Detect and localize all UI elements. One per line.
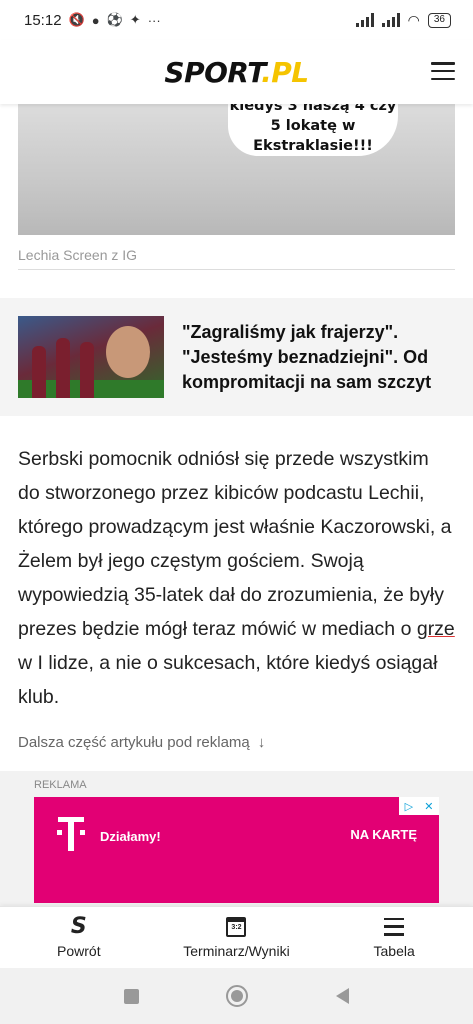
list-icon [384, 917, 405, 936]
bottom-navigation: S Powrót 3:2 Terminarz/Wyniki Tabela [0, 906, 473, 968]
signal-icon [355, 13, 374, 27]
related-article[interactable]: "Zagraliśmy jak frajerzy". "Jesteśmy bez… [0, 298, 473, 416]
ad-container: REKLAMA Działamy! NA KARTĘ ▷ ✕ [0, 771, 473, 911]
hero-image: kiedyś 3 naszą 4 czy 5 lokatę w Ekstrakl… [18, 104, 455, 235]
site-logo[interactable]: SPORT.PL [164, 56, 309, 89]
hamburger-icon[interactable] [431, 62, 455, 80]
nav-table-label: Tabela [373, 942, 415, 959]
nav-back[interactable]: S Powrót [9, 913, 149, 959]
battery-icon: 36 [427, 12, 451, 28]
telekom-logo-icon [57, 817, 85, 851]
sport-s-icon: S [70, 913, 87, 939]
chat-icon: ● [91, 12, 100, 28]
nav-fixtures-label: Terminarz/Wyniki [183, 942, 290, 959]
arrow-down-icon: ↓ [257, 734, 266, 751]
hero-image-text-3: Ekstraklasie!!! [253, 138, 373, 154]
ball-icon: ⚽ [106, 12, 123, 27]
recents-icon[interactable] [123, 988, 139, 1004]
image-caption: Lechia Screen z IG [18, 247, 455, 270]
related-article-thumbnail[interactable] [18, 316, 164, 398]
system-navigation [0, 968, 473, 1024]
spellcheck-word[interactable]: grze [417, 618, 455, 640]
ad-banner[interactable]: Działamy! NA KARTĘ ▷ ✕ [34, 797, 439, 903]
article-paragraph: Serbski pomocnik odniósł się przede wszy… [18, 448, 455, 708]
continue-label: Dalsza część artykułu pod reklamą [18, 734, 250, 751]
signal-icon-2 [381, 13, 400, 27]
ad-choices-icon[interactable]: ▷ ✕ [399, 797, 439, 815]
ad-cta[interactable]: NA KARTĘ [350, 827, 417, 842]
ad-text: Działamy! [100, 829, 161, 844]
nav-back-label: Powrót [57, 942, 101, 959]
wifi-icon: ◠ [407, 11, 420, 28]
ad-label: REKLAMA [34, 779, 87, 791]
muted-icon: 🔇 [68, 12, 85, 27]
back-icon[interactable] [336, 988, 350, 1004]
nav-fixtures[interactable]: 3:2 Terminarz/Wyniki [166, 916, 306, 959]
continue-below-ad: Dalsza część artykułu pod reklamą ↓ [18, 734, 455, 751]
twitter-icon: ✦ [129, 12, 141, 27]
nav-table[interactable]: Tabela [324, 917, 464, 959]
more-dots-icon: ··· [147, 12, 161, 28]
site-header: SPORT.PL [0, 40, 473, 104]
hero-image-text-1: kiedyś 3 naszą 4 czy [229, 104, 397, 114]
status-bar: 15:12 🔇 ● ⚽ ✦ ··· ◠ 36 [0, 0, 473, 40]
status-time: 15:12 [24, 11, 62, 29]
related-article-title[interactable]: "Zagraliśmy jak frajerzy". "Jesteśmy bez… [182, 320, 455, 395]
calendar-icon: 3:2 [226, 916, 247, 937]
hero-image-text-2: 5 lokatę w [270, 118, 356, 134]
home-icon[interactable] [226, 985, 249, 1007]
